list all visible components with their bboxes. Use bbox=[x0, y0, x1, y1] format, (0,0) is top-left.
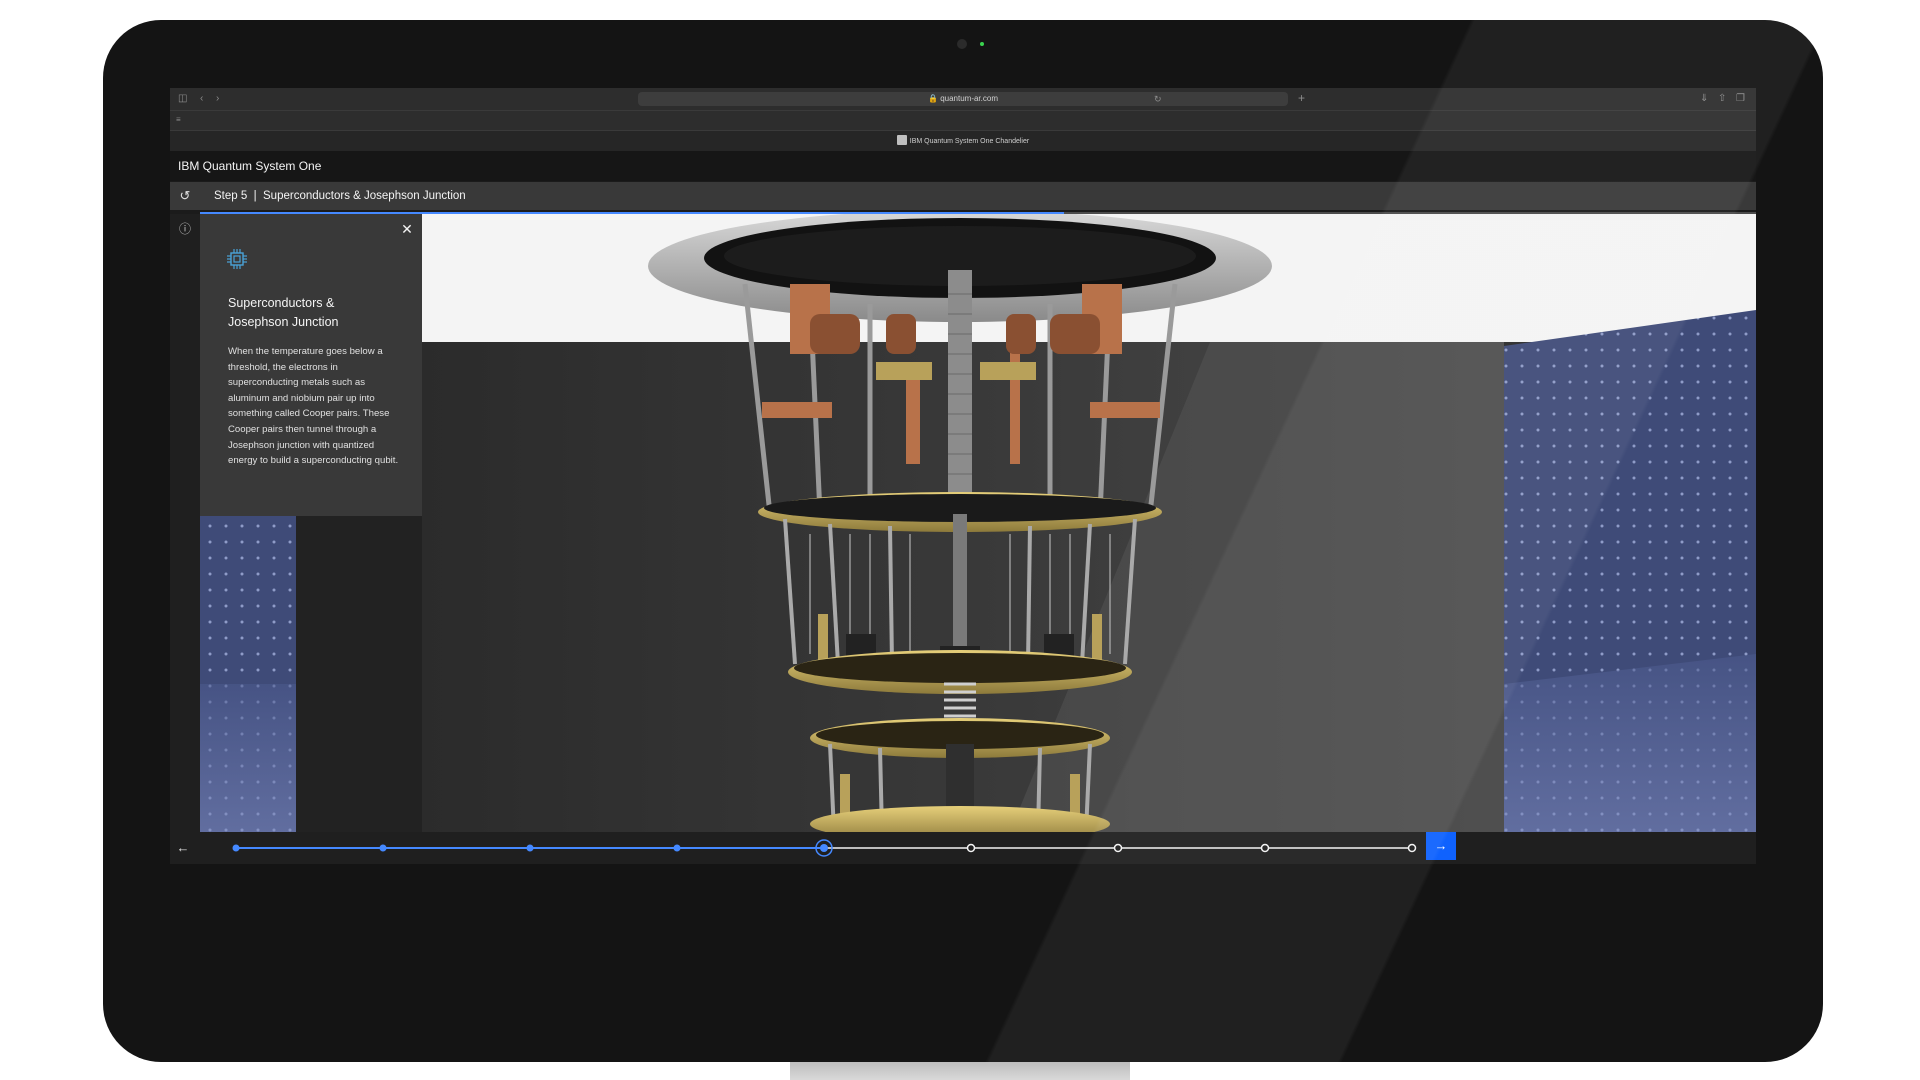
chip-icon bbox=[227, 249, 247, 269]
address-bar[interactable]: 🔒 quantum-ar.com ↻ bbox=[638, 92, 1288, 106]
screen-bottom-bezel bbox=[170, 864, 1756, 980]
app-title: IBM Quantum System One bbox=[178, 159, 322, 173]
left-rail: ⓘ bbox=[170, 214, 200, 832]
timeline-step-8[interactable] bbox=[1260, 843, 1270, 853]
panel-title-line-2: Josephson Junction bbox=[228, 315, 339, 329]
step-label: Step 5 | Superconductors & Josephson Jun… bbox=[214, 190, 466, 202]
url-value: quantum-ar.com bbox=[940, 94, 998, 103]
camera bbox=[957, 39, 967, 49]
timeline-track bbox=[232, 839, 1417, 857]
timeline-step-9[interactable] bbox=[1407, 843, 1417, 853]
bookmarks-bar: ≡ bbox=[170, 110, 1756, 130]
timeline-step-2[interactable] bbox=[379, 844, 387, 852]
sidebar-toggle-icon[interactable]: ◫ bbox=[178, 94, 187, 104]
app-header: IBM Quantum System One bbox=[170, 151, 1756, 181]
camera-led bbox=[980, 42, 984, 46]
step-bar: ↺ Step 5 | Superconductors & Josephson J… bbox=[170, 182, 1756, 210]
favicon-icon bbox=[896, 135, 907, 146]
arrow-right-icon[interactable]: → bbox=[1426, 832, 1456, 860]
tab-title: IBM Quantum System One Chandelier bbox=[170, 131, 1756, 152]
info-icon[interactable]: ⓘ bbox=[170, 214, 200, 244]
timeline-step-7[interactable] bbox=[1113, 843, 1123, 853]
forward-icon[interactable]: › bbox=[216, 94, 219, 104]
reset-icon[interactable]: ↺ bbox=[170, 182, 200, 210]
info-panel: ✕ Superconductors & Josephson Junction W bbox=[200, 214, 422, 516]
monitor-stand bbox=[790, 1062, 1130, 1080]
timeline-step-6[interactable] bbox=[966, 843, 976, 853]
desktop: ◫ ‹ › 🔒 quantum-ar.com ↻ + ⇓ ⇧ ❐ ≡ IBM Q… bbox=[0, 0, 1920, 1080]
panel-title: Superconductors & Josephson Junction bbox=[228, 294, 408, 332]
timeline-step-3[interactable] bbox=[526, 844, 534, 852]
browser-toolbar: ◫ ‹ › 🔒 quantum-ar.com ↻ + ⇓ ⇧ ❐ bbox=[170, 88, 1756, 110]
share-icon[interactable]: ⇧ bbox=[1718, 94, 1726, 104]
close-icon[interactable]: ✕ bbox=[396, 218, 418, 240]
timeline-step-5[interactable] bbox=[820, 844, 828, 852]
url-text: 🔒 quantum-ar.com bbox=[928, 94, 998, 103]
download-icon[interactable]: ⇓ bbox=[1700, 94, 1708, 104]
screen: ◫ ‹ › 🔒 quantum-ar.com ↻ + ⇓ ⇧ ❐ ≡ IBM Q… bbox=[170, 88, 1756, 980]
browser-tab[interactable]: IBM Quantum System One Chandelier bbox=[170, 130, 1756, 151]
new-tab-icon[interactable]: + bbox=[1298, 92, 1305, 104]
tab-title-text: IBM Quantum System One Chandelier bbox=[909, 138, 1030, 145]
step-timeline: ← → bbox=[170, 832, 1756, 864]
monitor-bezel: ◫ ‹ › 🔒 quantum-ar.com ↻ + ⇓ ⇧ ❐ ≡ IBM Q… bbox=[103, 20, 1823, 1062]
reload-icon[interactable]: ↻ bbox=[1154, 94, 1162, 104]
panel-title-line-1: Superconductors & bbox=[228, 296, 335, 310]
panel-body: When the temperature goes below a thresh… bbox=[228, 346, 399, 467]
timeline-step-1[interactable] bbox=[232, 844, 240, 852]
timeline-step-4[interactable] bbox=[673, 844, 681, 852]
grid-icon[interactable]: ≡ bbox=[176, 115, 181, 125]
tabs-overview-icon[interactable]: ❐ bbox=[1736, 94, 1745, 104]
back-icon[interactable]: ‹ bbox=[200, 94, 203, 104]
